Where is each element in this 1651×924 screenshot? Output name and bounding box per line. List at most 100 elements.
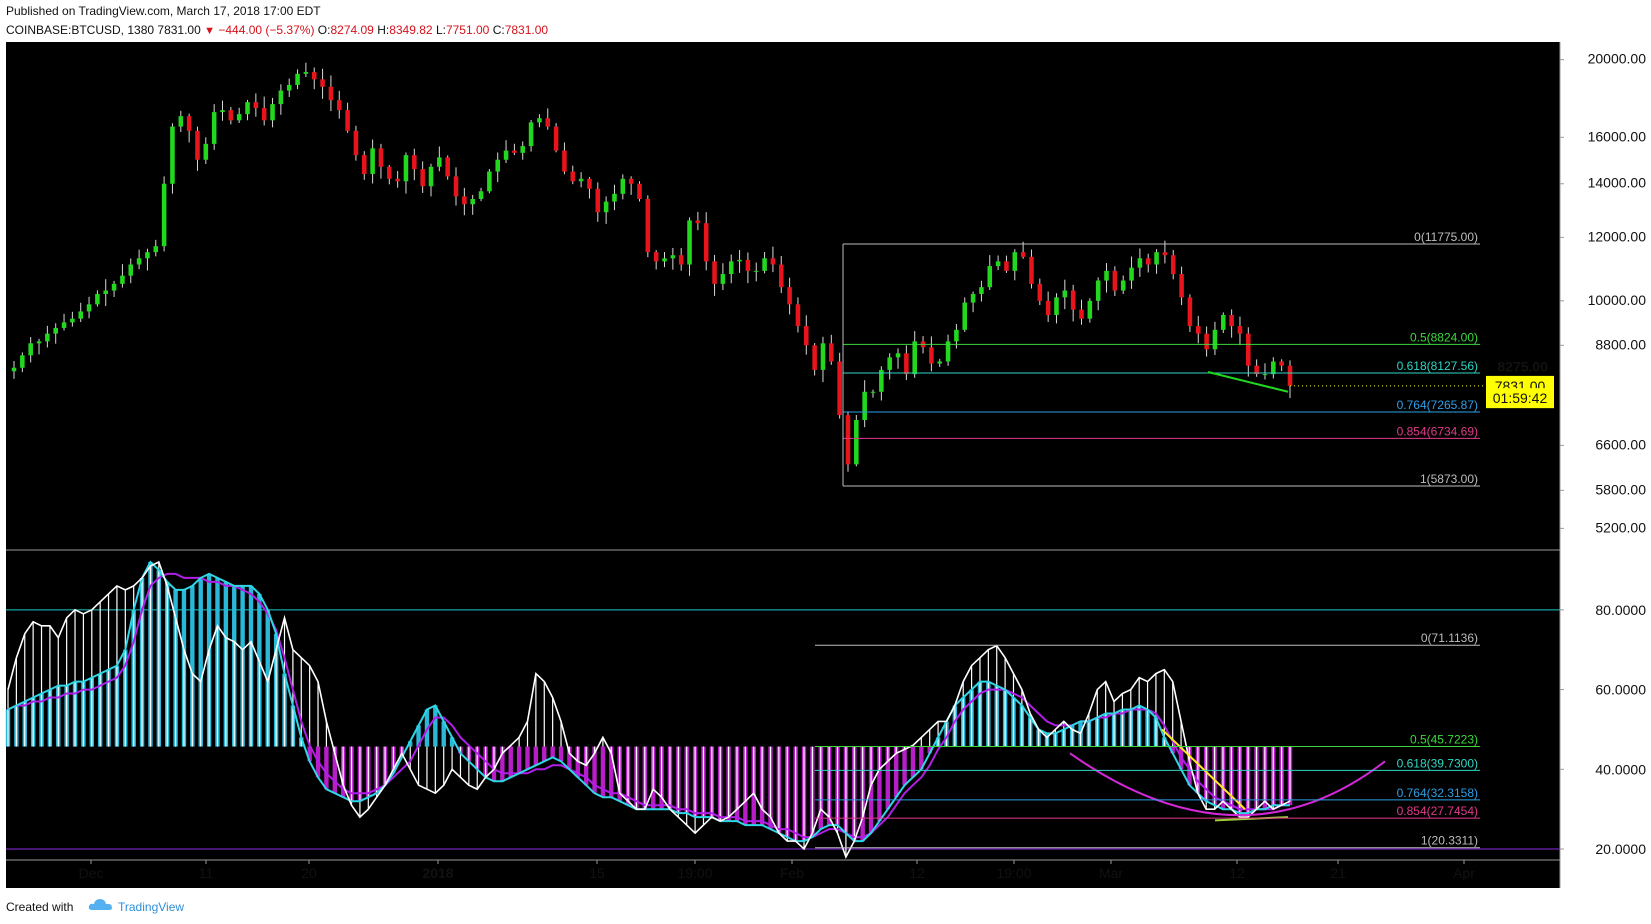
candle-body (462, 196, 467, 205)
symbol-name[interactable]: COINBASE:BTCUSD, 1380 (6, 23, 154, 37)
osc-fib-label: 0.618(39.7300) (1397, 756, 1478, 770)
chart-header: Published on TradingView.com, March 17, … (0, 0, 1651, 42)
fib-level-label: 0.618(8127.56) (1397, 359, 1478, 373)
price-tick-label: 14000.00 (1588, 175, 1647, 191)
candle-body (695, 220, 701, 224)
candle-body (620, 178, 626, 194)
candle-body (78, 311, 83, 319)
candle-body (278, 90, 284, 105)
candle-body (870, 391, 876, 393)
candle-body (328, 86, 334, 101)
candle-body (820, 343, 826, 370)
candle-body (1137, 258, 1143, 268)
candle-body (587, 178, 592, 189)
candle-body (1062, 290, 1068, 298)
candle-body (645, 198, 651, 253)
candle-body (445, 157, 450, 177)
osc-tick-label: 20.0000 (1595, 841, 1646, 857)
down-triangle-icon: ▼ (204, 25, 216, 37)
candle-body (286, 84, 292, 91)
candle-body (1279, 361, 1284, 366)
candle-body (954, 329, 959, 342)
candle-body (412, 155, 417, 170)
tradingview-cloud-icon (88, 899, 112, 910)
candle-body (261, 108, 267, 121)
fib-level-label: 1(5873.00) (1420, 472, 1478, 486)
candle-body (537, 118, 542, 123)
current-price-marker-label: 01:59:42 (1493, 390, 1548, 406)
chart-area[interactable]: 5200.00 5800.00 6600.00 8800.00 10000.00 1200… (0, 42, 1651, 890)
candle-body (220, 110, 225, 113)
time-tick-label: Mar (1099, 865, 1123, 881)
candle-body (570, 171, 576, 182)
time-tick-label: 12 (1229, 865, 1245, 881)
open-label: O: (317, 23, 331, 37)
candle-body (703, 223, 709, 262)
candle-body (1037, 283, 1043, 301)
candle-body (111, 283, 117, 291)
osc-fib-label: 0(71.1136) (1421, 631, 1478, 645)
candle-body (1179, 274, 1184, 298)
candle-body (1070, 290, 1076, 310)
last-price: 7831.00 (157, 23, 201, 37)
histogram-bar (324, 746, 329, 790)
candle-body (829, 343, 834, 362)
candle-body (453, 176, 459, 197)
candle-body (887, 357, 892, 370)
candle-body (1237, 326, 1243, 334)
tradingview-link[interactable]: TradingView (118, 900, 184, 914)
candle-body (1221, 315, 1226, 330)
candle-body (1012, 252, 1018, 271)
symbol-ohlc-line: COINBASE:BTCUSD, 1380 7831.00 ▼ −444.00 … (6, 23, 548, 37)
candle-body (1120, 280, 1126, 291)
time-tick-label: 21 (1330, 865, 1346, 881)
created-with-label: Created with (6, 900, 74, 914)
low-label: L: (435, 23, 446, 37)
candle-body (612, 193, 617, 202)
candle-body (895, 353, 901, 358)
candle-body (970, 293, 976, 303)
candle-body (437, 157, 442, 167)
candle-body (370, 148, 375, 174)
candle-body (428, 166, 434, 187)
close-value: 7831.00 (504, 23, 549, 37)
candle-body (795, 304, 801, 327)
candle-body (320, 79, 325, 87)
candle-body (478, 191, 484, 199)
candle-body (270, 104, 275, 121)
candle-body (128, 264, 134, 276)
candle-body (170, 126, 175, 184)
candle-body (912, 341, 917, 375)
candle-body (1020, 252, 1026, 257)
candle-body (562, 150, 567, 172)
open-value: 8274.09 (330, 23, 374, 37)
candle-body (1195, 326, 1201, 334)
candle-body (495, 159, 500, 172)
histogram-bar (525, 746, 530, 770)
price-tick-label: 10000.00 (1588, 292, 1647, 308)
candle-body (995, 261, 1001, 267)
high-label: H: (377, 23, 390, 37)
candle-body (678, 255, 684, 265)
low-value: 7751.00 (445, 23, 490, 37)
candle-body (578, 178, 584, 182)
price-tick-label: 6600.00 (1595, 436, 1646, 452)
candle-body (1162, 252, 1168, 256)
candle-body (503, 150, 509, 160)
candle-body (720, 274, 726, 284)
candle-body (512, 150, 517, 153)
price-tick-label: 20000.00 (1588, 51, 1647, 67)
candle-body (186, 116, 192, 131)
candle-body (1104, 270, 1109, 281)
candle-body (1129, 267, 1134, 281)
time-tick-label: 20 (301, 865, 317, 881)
candle-body (1154, 252, 1159, 265)
osc-fib-label: 0.5(45.7223) (1410, 732, 1478, 746)
candle-body (161, 183, 167, 247)
candle-body (20, 355, 25, 368)
candle-body (1262, 374, 1268, 376)
candle-body (178, 116, 184, 127)
candle-body (862, 391, 867, 420)
candle-body (979, 287, 984, 294)
histogram-bar (550, 746, 555, 758)
